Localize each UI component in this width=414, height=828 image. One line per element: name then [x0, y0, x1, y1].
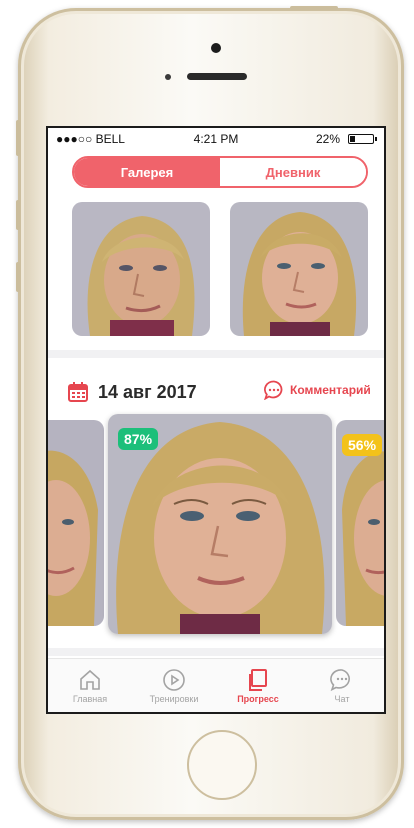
comment-label: Комментарий — [290, 383, 371, 397]
mute-switch — [16, 120, 20, 156]
proximity-sensor — [165, 74, 171, 80]
entry-date: 14 авг 2017 — [98, 381, 197, 402]
calendar-icon — [68, 382, 88, 402]
tab-diary[interactable]: Дневник — [220, 158, 366, 186]
segmented-control: Галерея Дневник — [72, 156, 368, 188]
volume-down-button — [16, 262, 20, 292]
before-photo[interactable] — [72, 202, 210, 336]
tab-home[interactable]: Главная — [48, 659, 132, 712]
section-divider — [48, 350, 384, 358]
section-divider-bottom — [48, 648, 384, 656]
comment-icon — [264, 380, 283, 400]
tab-workouts-label: Тренировки — [149, 694, 199, 704]
tab-progress-label: Прогресс — [237, 694, 279, 704]
entry-header: 14 авг 2017 Комментарий — [68, 378, 371, 406]
score-badge-next: 56% — [342, 434, 383, 456]
battery-percent: 22% — [315, 132, 340, 146]
home-button[interactable] — [187, 730, 257, 800]
carousel-current-photo[interactable]: 87% — [108, 414, 332, 634]
tab-home-label: Главная — [72, 694, 108, 704]
front-camera — [211, 43, 221, 53]
chat-icon — [330, 669, 350, 692]
volume-up-button — [16, 200, 20, 230]
status-bar: ●●●○○ BELL 4:21 PM 22% — [48, 128, 384, 150]
power-button — [290, 6, 338, 10]
tab-progress[interactable]: Прогресс — [216, 659, 300, 712]
app-screen: ●●●○○ BELL 4:21 PM 22% Галерея Дневник 1… — [48, 128, 384, 712]
tab-chat[interactable]: Чат — [300, 659, 384, 712]
comment-button[interactable]: Комментарий — [264, 380, 371, 400]
carousel-prev-photo[interactable] — [48, 420, 104, 626]
carousel-next-photo[interactable]: 56% — [336, 420, 384, 626]
earpiece-speaker — [187, 73, 247, 80]
progress-icon — [249, 669, 267, 691]
home-icon — [80, 669, 100, 690]
battery-icon — [348, 134, 377, 144]
score-badge-current: 87% — [118, 428, 159, 450]
tab-gallery[interactable]: Галерея — [74, 158, 220, 186]
tab-chat-label: Чат — [334, 694, 350, 704]
after-photo[interactable] — [230, 202, 368, 336]
tab-workouts[interactable]: Тренировки — [132, 659, 216, 712]
tab-bar: Главная Тренировки Прогресс Чат — [48, 658, 384, 712]
play-icon — [163, 669, 185, 691]
